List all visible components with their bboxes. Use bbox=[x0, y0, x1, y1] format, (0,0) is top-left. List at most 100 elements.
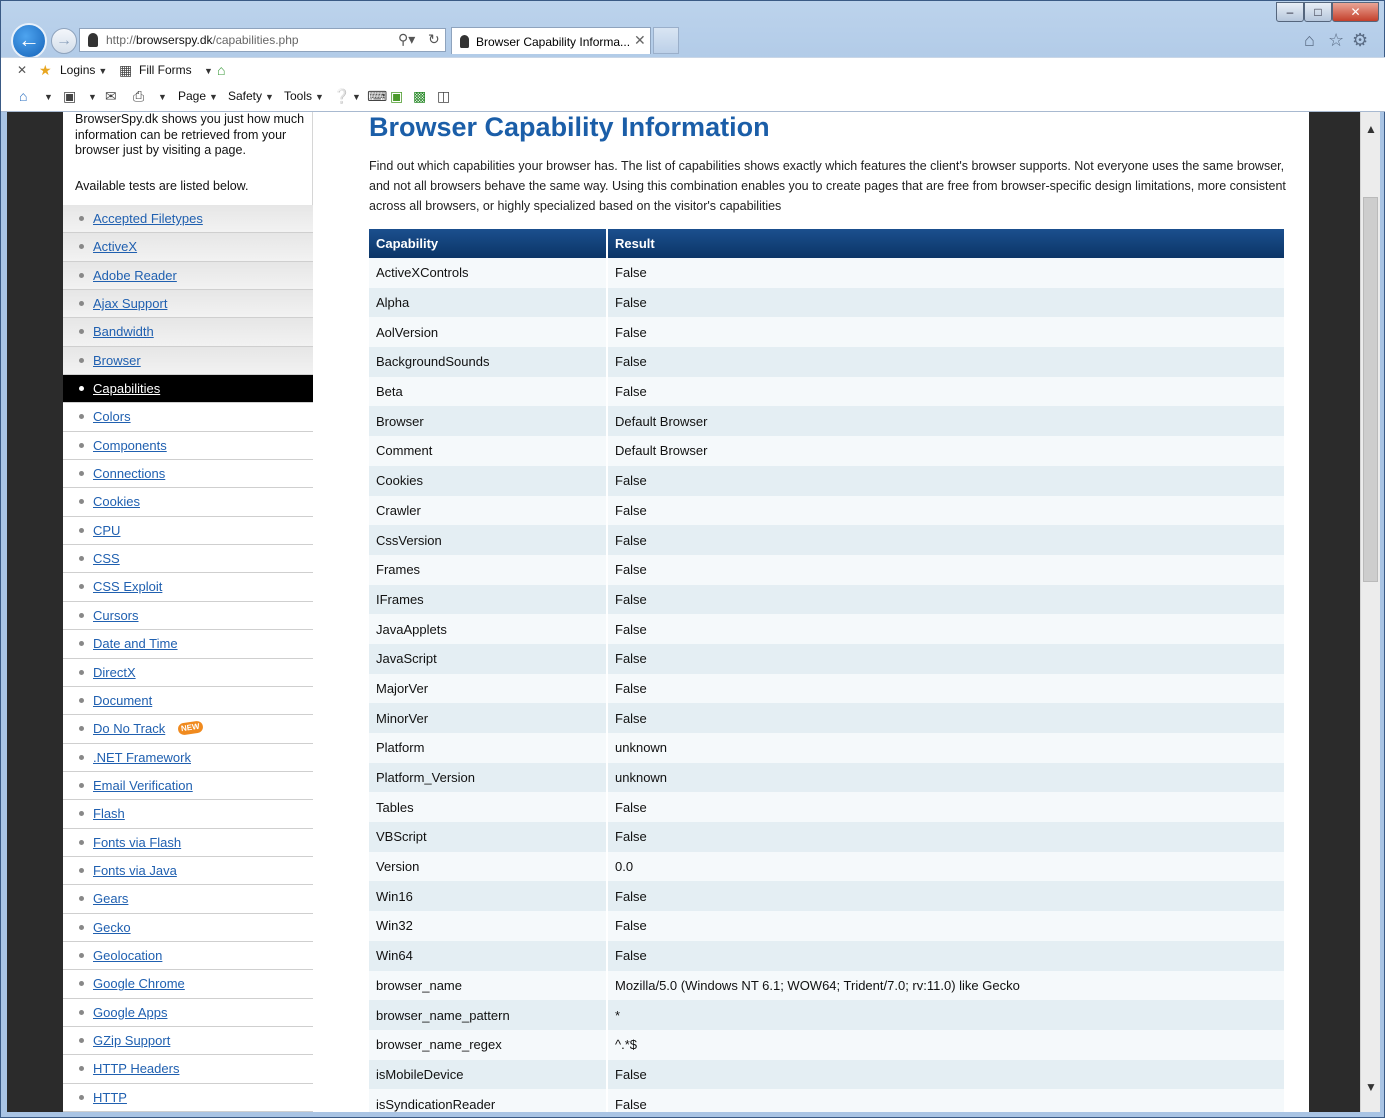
sidebar-item[interactable]: Colors bbox=[63, 403, 313, 432]
sidebar-item[interactable]: Do No Track NEW bbox=[63, 715, 313, 744]
sidebar-item-link[interactable]: Google Chrome bbox=[93, 976, 185, 991]
address-bar[interactable]: http://browserspy.dk/capabilities.php ⚲▾… bbox=[79, 28, 446, 52]
sidebar-item[interactable]: Gears bbox=[63, 885, 313, 914]
sidebar-item[interactable]: ActiveX bbox=[63, 233, 313, 262]
sidebar-item[interactable]: Ajax Support bbox=[63, 290, 313, 319]
sidebar-item[interactable]: Fonts via Flash bbox=[63, 828, 313, 857]
sidebar-item-link[interactable]: CPU bbox=[93, 523, 120, 538]
sidebar-item[interactable]: Date and Time bbox=[63, 630, 313, 659]
sidebar-item[interactable]: Bandwidth bbox=[63, 318, 313, 347]
sidebar-item[interactable]: Cursors bbox=[63, 601, 313, 631]
sidebar-item-link[interactable]: Cookies bbox=[93, 494, 140, 509]
sidebar-item-link[interactable]: CSS bbox=[93, 551, 120, 566]
sidebar-item[interactable]: HTTP bbox=[63, 1083, 313, 1112]
sidebar-item-link[interactable]: .NET Framework bbox=[93, 750, 191, 765]
sidebar-item[interactable]: Capabilities bbox=[63, 375, 313, 404]
sidebar-item-link[interactable]: Gecko bbox=[93, 920, 131, 935]
tools-menu[interactable]: Tools ▼ bbox=[284, 89, 324, 103]
tab-close-icon[interactable]: ✕ bbox=[634, 32, 646, 49]
sidebar-item[interactable]: .NET Framework bbox=[63, 743, 313, 772]
search-icon[interactable]: ⚲▾ bbox=[398, 31, 415, 48]
sidebar-item-link[interactable]: Fonts via Flash bbox=[93, 835, 181, 850]
sidebar-item-link[interactable]: Connections bbox=[93, 466, 165, 481]
sidebar-item-link[interactable]: Date and Time bbox=[93, 636, 178, 651]
fill-forms-dropdown[interactable]: ▼ bbox=[201, 63, 213, 77]
sidebar-item-link[interactable]: HTTP bbox=[93, 1090, 127, 1105]
sidebar-item[interactable]: Components bbox=[63, 431, 313, 461]
sidebar-item-link[interactable]: Email Verification bbox=[93, 778, 193, 793]
sidebar-item[interactable]: Browser bbox=[63, 346, 313, 376]
sidebar-item-link[interactable]: Adobe Reader bbox=[93, 268, 177, 283]
safety-menu[interactable]: Safety ▼ bbox=[228, 89, 274, 103]
home-green-icon[interactable]: ⌂ bbox=[217, 62, 225, 78]
sidebar-item-link[interactable]: Flash bbox=[93, 806, 125, 821]
sidebar-item[interactable]: Gecko bbox=[63, 913, 313, 942]
sidebar-item[interactable]: Fonts via Java bbox=[63, 856, 313, 886]
help-icon[interactable]: ❔ bbox=[333, 88, 350, 105]
sidebar-item-link[interactable]: Fonts via Java bbox=[93, 863, 177, 878]
sidebar-item-link[interactable]: Document bbox=[93, 693, 152, 708]
sidebar-item[interactable]: Connections bbox=[63, 460, 313, 489]
sidebar-item[interactable]: GZip Support bbox=[63, 1026, 313, 1056]
scroll-up-icon[interactable]: ▲ bbox=[1361, 122, 1381, 138]
home-icon[interactable]: ⌂ bbox=[1304, 30, 1315, 51]
sidebar-item[interactable]: Geolocation bbox=[63, 941, 313, 971]
url-text[interactable]: http://browserspy.dk/capabilities.php bbox=[106, 33, 299, 47]
addon-robot-icon[interactable]: ▩ bbox=[413, 88, 426, 105]
sidebar-item[interactable]: HTTP Headers bbox=[63, 1055, 313, 1084]
back-button[interactable]: ← bbox=[11, 23, 47, 59]
sidebar-item[interactable]: Document bbox=[63, 686, 313, 716]
vertical-scrollbar[interactable]: ▲ ▼ bbox=[1360, 112, 1380, 1112]
addon-research-icon[interactable]: ◫ bbox=[437, 88, 450, 105]
print-dropdown[interactable]: ▼ bbox=[155, 89, 167, 103]
addon-disk-icon[interactable]: ▣ bbox=[390, 88, 403, 105]
refresh-icon[interactable]: ↻ bbox=[428, 31, 440, 48]
home-icon[interactable]: ⌂ bbox=[19, 88, 27, 104]
sidebar-item[interactable]: Adobe Reader bbox=[63, 261, 313, 291]
page-viewport[interactable]: BrowserSpy.dk shows you just how much in… bbox=[7, 112, 1360, 1112]
sidebar-item-link[interactable]: Components bbox=[93, 438, 167, 453]
sidebar-item[interactable]: Cookies bbox=[63, 488, 313, 517]
sidebar-item[interactable]: CSS Exploit bbox=[63, 573, 313, 602]
sidebar-item-link[interactable]: Capabilities bbox=[93, 381, 160, 396]
sidebar-item[interactable]: Google Apps bbox=[63, 998, 313, 1027]
logins-menu[interactable]: Logins ▼ bbox=[60, 63, 107, 77]
sidebar-item[interactable]: Google Chrome bbox=[63, 970, 313, 999]
scroll-down-icon[interactable]: ▼ bbox=[1361, 1080, 1381, 1096]
sidebar-item-link[interactable]: Cursors bbox=[93, 608, 139, 623]
sidebar-item[interactable]: Flash bbox=[63, 800, 313, 829]
sidebar-item[interactable]: Accepted Filetypes bbox=[63, 205, 313, 234]
fill-forms-button[interactable]: Fill Forms bbox=[139, 63, 192, 77]
new-tab-button[interactable] bbox=[653, 27, 679, 54]
sidebar-item-link[interactable]: Bandwidth bbox=[93, 324, 154, 339]
sidebar-item-link[interactable]: Gears bbox=[93, 891, 128, 906]
sidebar-item-link[interactable]: HTTP Headers bbox=[93, 1061, 179, 1076]
sidebar-item[interactable]: CSS bbox=[63, 545, 313, 574]
sidebar-item-link[interactable]: Google Apps bbox=[93, 1005, 167, 1020]
feeds-icon[interactable]: ▣ bbox=[63, 88, 76, 105]
keyboard-icon[interactable]: ⌨ bbox=[367, 88, 387, 105]
sidebar-item-link[interactable]: Browser bbox=[93, 353, 141, 368]
feeds-dropdown[interactable]: ▼ bbox=[85, 89, 97, 103]
favorites-star-icon[interactable]: ☆ bbox=[1328, 30, 1344, 51]
scroll-thumb[interactable] bbox=[1363, 197, 1378, 582]
sidebar-item-link[interactable]: CSS Exploit bbox=[93, 579, 162, 594]
sidebar-item-link[interactable]: ActiveX bbox=[93, 239, 137, 254]
forward-button[interactable]: → bbox=[51, 28, 77, 54]
tab-browser-capability[interactable]: Browser Capability Informa... ✕ bbox=[451, 27, 651, 54]
sidebar-item[interactable]: DirectX bbox=[63, 658, 313, 687]
sidebar-item-link[interactable]: Colors bbox=[93, 409, 131, 424]
sidebar-item-link[interactable]: Do No Track bbox=[93, 721, 165, 736]
sidebar-item-link[interactable]: DirectX bbox=[93, 665, 136, 680]
help-dropdown[interactable]: ▼ bbox=[349, 89, 361, 103]
gear-icon[interactable]: ⚙ bbox=[1352, 30, 1368, 51]
sidebar-item-link[interactable]: Geolocation bbox=[93, 948, 162, 963]
sidebar-item-link[interactable]: GZip Support bbox=[93, 1033, 170, 1048]
close-toolbar-icon[interactable]: ✕ bbox=[17, 63, 27, 77]
print-icon[interactable]: ⎙ bbox=[133, 88, 144, 105]
sidebar-item[interactable]: Email Verification bbox=[63, 771, 313, 801]
mail-icon[interactable]: ✉ bbox=[105, 88, 117, 105]
sidebar-item-link[interactable]: Accepted Filetypes bbox=[93, 211, 203, 226]
page-menu[interactable]: Page ▼ bbox=[178, 89, 218, 103]
sidebar-item-link[interactable]: Ajax Support bbox=[93, 296, 167, 311]
